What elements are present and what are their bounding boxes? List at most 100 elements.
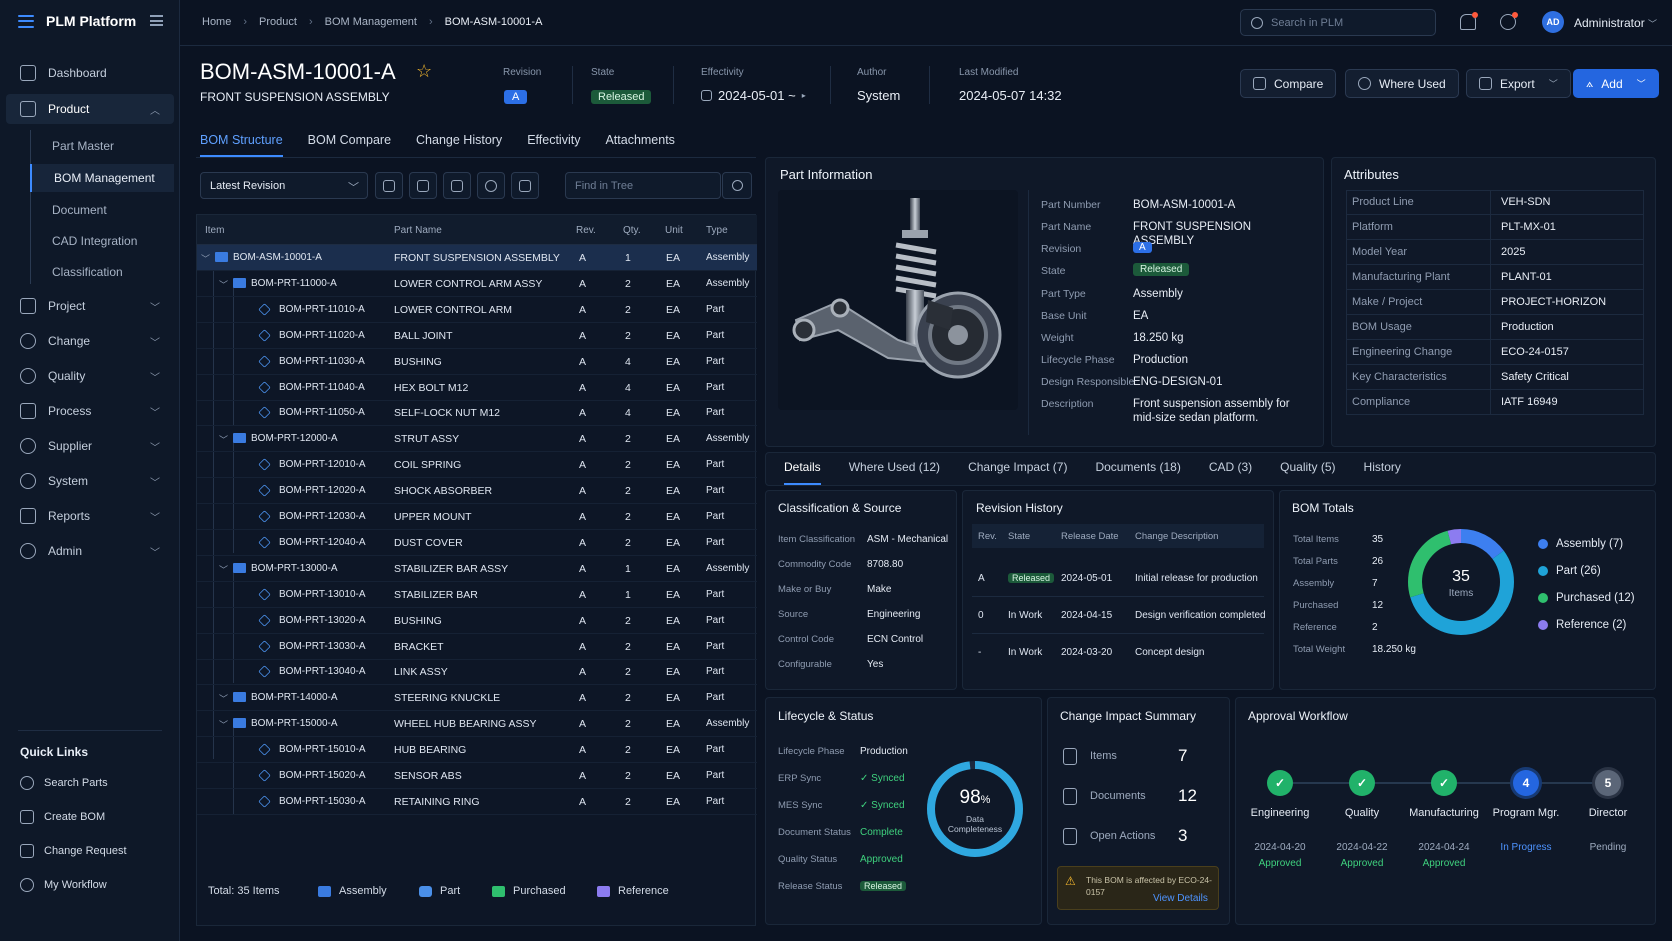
caret-down-icon[interactable]: ﹀ — [219, 718, 228, 731]
sidebar-item-reports[interactable]: Reports ﹀ — [6, 501, 174, 531]
caret-down-icon[interactable]: ﹀ — [219, 278, 228, 291]
table-row[interactable]: BOM-PRT-11020-A BALL JOINT A 2 EA Part — [197, 323, 757, 349]
col-type[interactable]: Type — [706, 225, 728, 236]
sidebar-sub-bom-management[interactable]: BOM Management — [30, 164, 174, 192]
sidebar-item-dashboard[interactable]: Dashboard — [6, 58, 174, 88]
table-row[interactable]: BOM-PRT-12020-A SHOCK ABSORBER A 2 EA Part — [197, 478, 757, 505]
table-row[interactable]: ﹀ BOM-PRT-11000-A LOWER CONTROL ARM ASSY A 2… — [197, 271, 757, 297]
refresh-button[interactable] — [477, 172, 505, 199]
sidebar-item-process[interactable]: Process ﹀ — [6, 396, 174, 426]
user-menu[interactable]: Administrator ﹀ — [1574, 16, 1657, 30]
avatar[interactable]: AD — [1542, 11, 1564, 33]
view-details-link[interactable]: View Details — [1153, 893, 1208, 904]
workflow-step-marker[interactable]: ✓ — [1267, 770, 1293, 796]
sidebar-sub-classification[interactable]: Classification — [30, 258, 174, 286]
quick-link-search-parts[interactable]: Search Parts — [20, 776, 108, 790]
tab-where-used[interactable]: Where Used (12) — [849, 460, 940, 485]
app-brand[interactable]: PLM Platform — [18, 13, 136, 29]
sidebar-item-project[interactable]: Project ﹀ — [6, 291, 174, 321]
export-button[interactable]: Export ﹀ — [1466, 69, 1571, 98]
filter-button[interactable] — [375, 172, 403, 199]
col-qty[interactable]: Qty. — [623, 225, 641, 236]
search-input[interactable]: Search in PLM — [1240, 9, 1436, 36]
table-row[interactable]: BOM-PRT-13010-A STABILIZER BAR A 1 EA Part — [197, 582, 757, 608]
star-icon[interactable]: ☆ — [416, 61, 432, 82]
sidebar-item-system[interactable]: System ﹀ — [6, 466, 174, 496]
where-used-button[interactable]: Where Used — [1345, 69, 1459, 98]
table-row[interactable]: ﹀ BOM-ASM-10001-A FRONT SUSPENSION ASSEMBL… — [197, 245, 757, 271]
table-row[interactable]: ﹀ BOM-PRT-15000-A WHEEL HUB BEARING ASSY A 2… — [197, 711, 757, 738]
sidebar-item-change[interactable]: Change ﹀ — [6, 326, 174, 356]
caret-down-icon[interactable]: ﹀ — [219, 692, 228, 705]
quick-link-change-request[interactable]: Change Request — [20, 844, 127, 858]
workflow-step-marker[interactable]: 5 — [1595, 770, 1621, 796]
workflow-step-marker[interactable]: ✓ — [1431, 770, 1457, 796]
col-part-name[interactable]: Part Name — [394, 225, 442, 236]
quick-link-create-bom[interactable]: Create BOM — [20, 810, 105, 824]
notify-button[interactable] — [511, 172, 539, 199]
table-row[interactable]: BOM-PRT-15010-A HUB BEARING A 2 EA Part — [197, 737, 757, 764]
table-row[interactable]: ﹀ BOM-PRT-13000-A STABILIZER BAR ASSY A 1 EA A… — [197, 556, 757, 582]
revision-select[interactable]: Latest Revision ﹀ — [200, 172, 368, 199]
col-rev[interactable]: Rev. — [576, 225, 596, 236]
tab-attachments[interactable]: Attachments — [605, 133, 674, 157]
tab-effectivity[interactable]: Effectivity — [527, 133, 580, 157]
workflow-step-marker[interactable]: ✓ — [1349, 770, 1375, 796]
table-row[interactable]: BOM-PRT-15030-A RETAINING RING A 2 EA Part — [197, 789, 757, 815]
tab-documents[interactable]: Documents (18) — [1095, 460, 1180, 485]
tab-bom-compare[interactable]: BOM Compare — [308, 133, 391, 157]
table-row[interactable]: BOM-PRT-15020-A SENSOR ABS A 2 EA Part — [197, 763, 757, 789]
table-row[interactable]: BOM-PRT-13030-A BRACKET A 2 EA Part — [197, 634, 757, 660]
sidebar-sub-document[interactable]: Document — [30, 196, 174, 224]
sidebar-sub-cad-integration[interactable]: CAD Integration — [30, 227, 174, 255]
sidebar-item-product[interactable]: Product ︿ — [6, 94, 174, 124]
breadcrumb-product[interactable]: Product — [259, 16, 297, 28]
find-in-tree-input[interactable]: Find in Tree — [565, 172, 721, 199]
compare-button[interactable]: Compare — [1240, 69, 1337, 98]
sidebar-sub-part-master[interactable]: Part Master — [30, 132, 174, 160]
state-cell: In Work — [1008, 647, 1042, 658]
caret-down-icon[interactable]: ﹀ — [201, 252, 210, 265]
tab-history[interactable]: History — [1364, 460, 1401, 485]
help-icon[interactable] — [1500, 12, 1518, 30]
effectivity-picker[interactable]: 2024-05-01 ~ ▸ — [701, 88, 806, 103]
expand-button[interactable] — [443, 172, 471, 199]
table-row[interactable]: BOM-PRT-12030-A UPPER MOUNT A 2 EA Part — [197, 504, 757, 530]
col-item[interactable]: Item — [205, 225, 224, 236]
tab-bom-structure[interactable]: BOM Structure — [200, 133, 283, 157]
menu-toggle-icon[interactable] — [150, 15, 163, 26]
breadcrumb-home[interactable]: Home — [202, 16, 231, 28]
tab-change-impact[interactable]: Change Impact (7) — [968, 460, 1067, 485]
table-row[interactable]: BOM-PRT-13020-A BUSHING A 2 EA Part — [197, 608, 757, 634]
table-row[interactable]: BOM-PRT-11040-A HEX BOLT M12 A 4 EA Part — [197, 375, 757, 401]
cube-icon — [258, 587, 271, 601]
workflow-step-label: Director — [1588, 807, 1628, 819]
save-view-button[interactable] — [409, 172, 437, 199]
breadcrumb-bom-management[interactable]: BOM Management — [325, 16, 417, 28]
sidebar-item-admin[interactable]: Admin ﹀ — [6, 536, 174, 566]
table-row[interactable]: BOM-PRT-11050-A SELF-LOCK NUT M12 A 4 EA Part — [197, 400, 757, 427]
tab-change-history[interactable]: Change History — [416, 133, 502, 157]
table-row[interactable]: ﹀ BOM-PRT-12000-A STRUT ASSY A 2 EA Assembly — [197, 426, 757, 453]
sidebar-item-supplier[interactable]: Supplier ﹀ — [6, 431, 174, 461]
table-row[interactable]: ﹀ BOM-PRT-14000-A STEERING KNUCKLE A 2 EA Part — [197, 685, 757, 712]
add-button[interactable]: ⟑ Add ﹀ — [1573, 69, 1659, 98]
table-row[interactable]: BOM-PRT-12010-A COIL SPRING A 2 EA Part — [197, 452, 757, 479]
attribute-row: Make / Project PROJECT-HORIZON — [1346, 290, 1644, 315]
tab-cad[interactable]: CAD (3) — [1209, 460, 1252, 485]
table-row[interactable]: BOM-PRT-13040-A LINK ASSY A 2 EA Part — [197, 659, 757, 686]
effectivity-label: Effectivity — [701, 67, 744, 78]
table-row[interactable]: BOM-PRT-11010-A LOWER CONTROL ARM A 2 EA Part — [197, 297, 757, 323]
col-unit[interactable]: Unit — [665, 225, 683, 236]
table-row[interactable]: BOM-PRT-12040-A DUST COVER A 2 EA Part — [197, 530, 757, 556]
sidebar-item-quality[interactable]: Quality ﹀ — [6, 361, 174, 391]
tab-details[interactable]: Details — [784, 460, 821, 485]
workflow-step-marker[interactable]: 4 — [1513, 770, 1539, 796]
find-button[interactable] — [722, 172, 752, 199]
table-row[interactable]: BOM-PRT-11030-A BUSHING A 4 EA Part — [197, 349, 757, 375]
caret-down-icon[interactable]: ﹀ — [219, 563, 228, 576]
bell-icon[interactable] — [1460, 12, 1478, 30]
tab-quality[interactable]: Quality (5) — [1280, 460, 1335, 485]
caret-down-icon[interactable]: ﹀ — [219, 433, 228, 446]
quick-link-my-workflow[interactable]: My Workflow — [20, 878, 107, 892]
